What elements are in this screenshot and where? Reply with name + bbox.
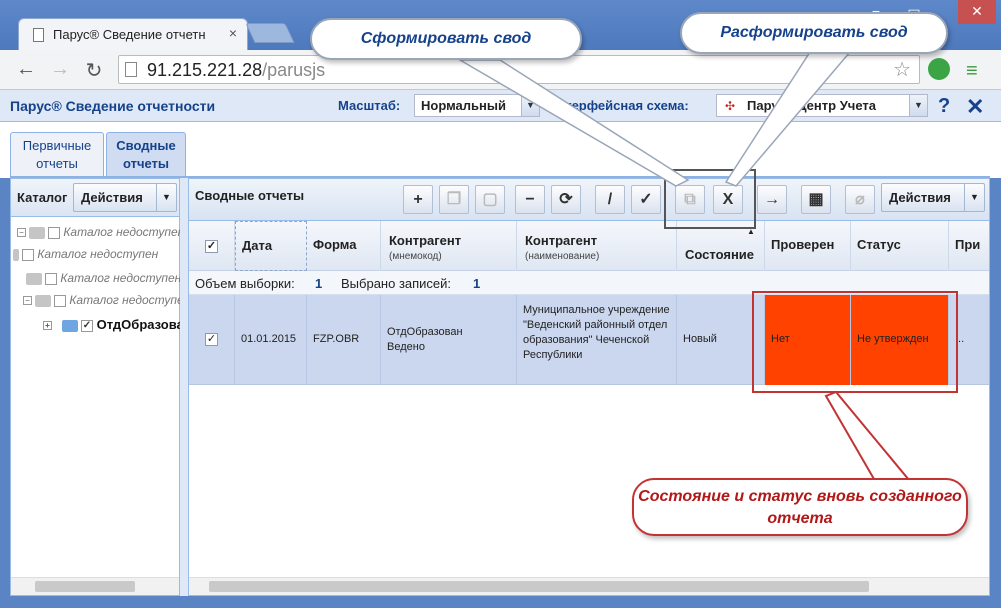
callout-unform-summary: Расформировать свод <box>680 12 948 54</box>
callout-state-status: Состояние и статус вновь созданного отче… <box>632 478 968 536</box>
pointer-state-status <box>824 390 917 487</box>
pointer-form-summary <box>457 59 690 187</box>
pointer-unform-summary <box>724 51 852 187</box>
callout-form-summary: Сформировать свод <box>310 18 582 60</box>
